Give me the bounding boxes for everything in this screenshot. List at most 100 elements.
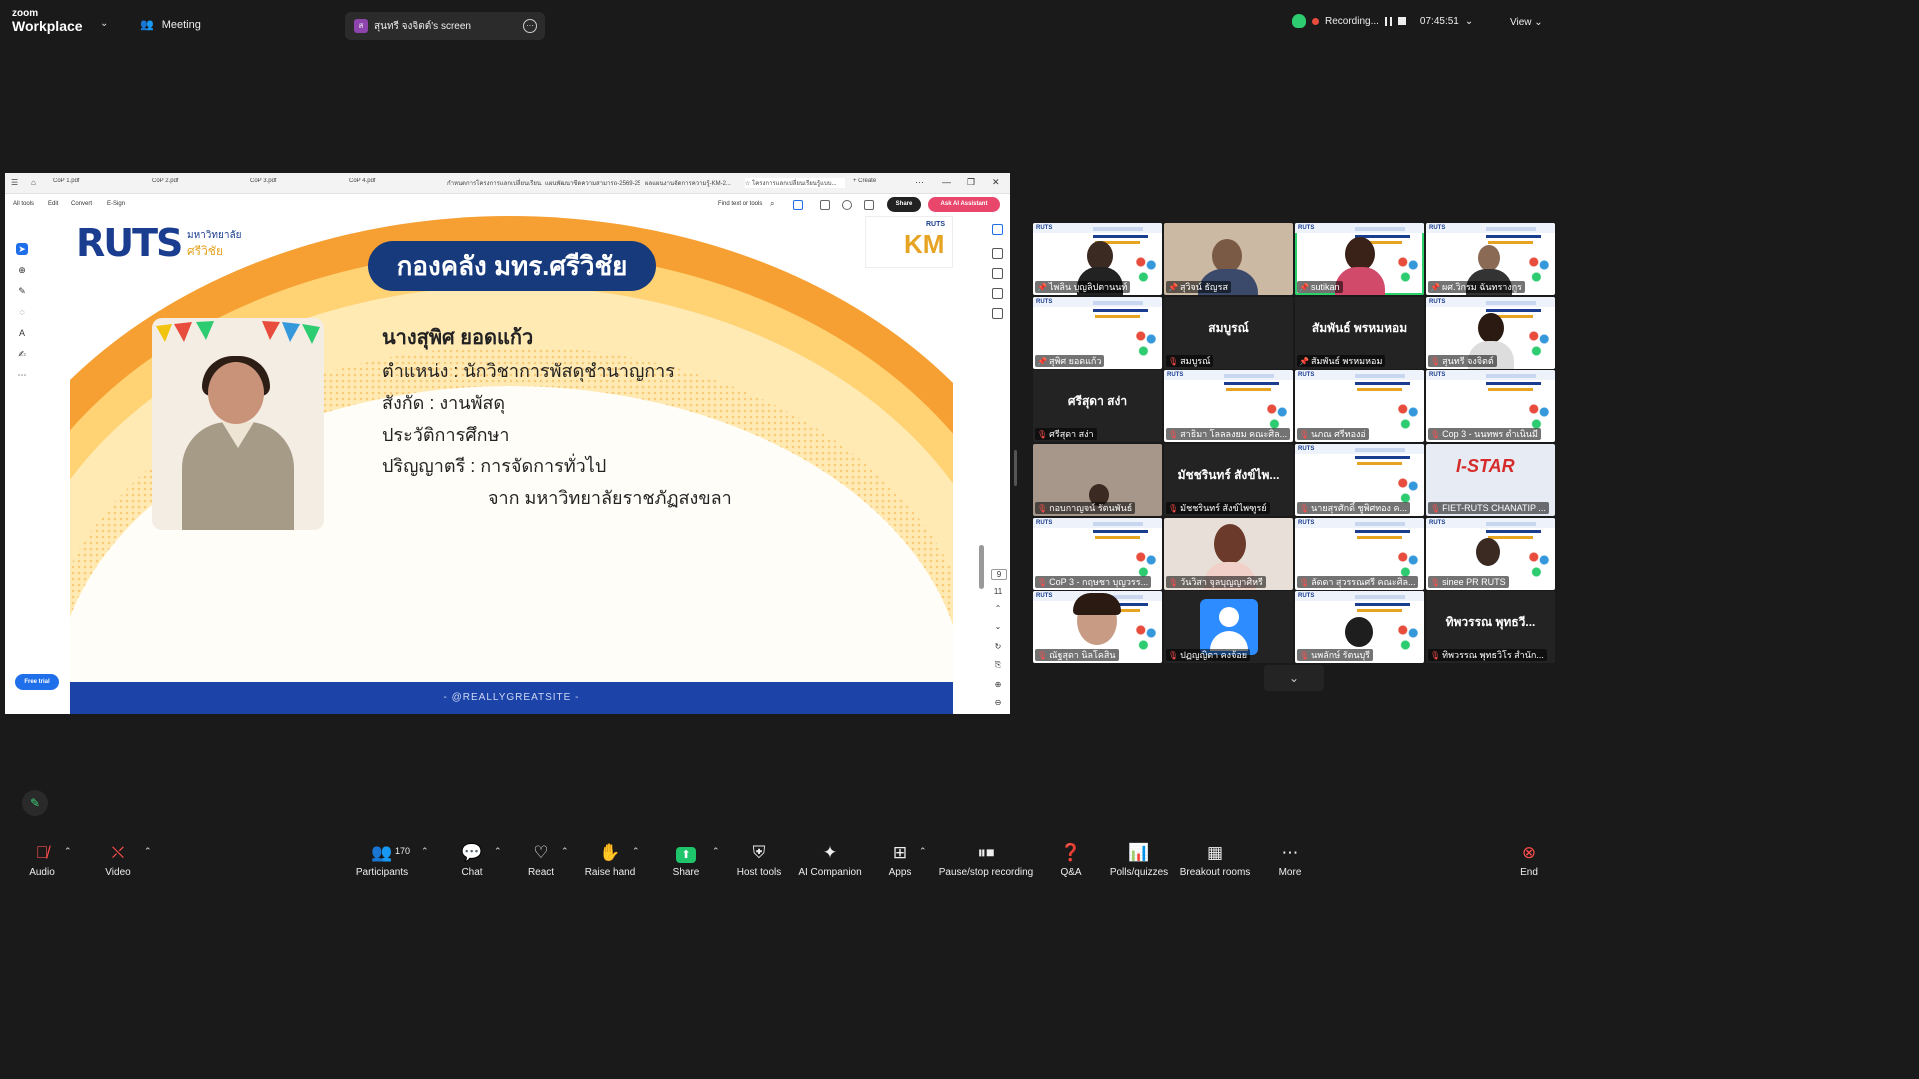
video-options-caret[interactable]: ⌃: [144, 846, 152, 857]
participant-tile[interactable]: 🎙 ปฏญญิตา คงจ้อย: [1164, 591, 1293, 663]
participant-tile[interactable]: RUTS 📌 ไพลิน บุญลิปตานนท์: [1033, 223, 1162, 295]
restore-icon[interactable]: ❐: [967, 177, 975, 188]
apps-options-caret[interactable]: ⌃: [919, 846, 927, 857]
pdf-tab[interactable]: แผนพัฒนาขีดความสามารถ-2569-257...: [545, 178, 640, 188]
participants-options-caret[interactable]: ⌃: [421, 846, 429, 857]
select-tool-icon[interactable]: ➤: [16, 243, 28, 255]
apps-button[interactable]: ⊞ Apps: [860, 842, 940, 878]
participant-tile[interactable]: 🎙 วันวิสา จุลบุญญาศิหรี: [1164, 518, 1293, 590]
lasso-tool-icon[interactable]: ◌: [16, 306, 28, 318]
participant-tile[interactable]: RUTS 🎙 ลัดดา สุวรรณศรี คณะศิล...: [1295, 518, 1424, 590]
participant-tile[interactable]: RUTS 🎙 CoP 3 - กฤษชา บุญวรร...: [1033, 518, 1162, 590]
react-button[interactable]: ♡ React: [501, 842, 581, 878]
pdf-tab[interactable]: CoP 1.pdf: [53, 178, 143, 184]
page-number[interactable]: 9: [991, 569, 1007, 580]
text-tool-icon[interactable]: A: [16, 327, 28, 339]
home-icon[interactable]: ⌂: [31, 178, 36, 187]
shared-screen-tab[interactable]: ส สุนทรี จงจิตต์'s screen ···: [345, 12, 545, 40]
pen-tool-icon[interactable]: ✎: [16, 285, 28, 297]
participant-tile[interactable]: RUTS 🎙 ณัฐสุดา นิลโคสิน: [1033, 591, 1162, 663]
more-options-icon[interactable]: ···: [523, 19, 537, 33]
share-button[interactable]: Share: [887, 197, 921, 212]
participant-name: 🎙 นายสุรศักดิ์ ชูพิศทอง ค...: [1297, 502, 1410, 514]
pdf-tab[interactable]: กำหนดการโครงการแลกเปลี่ยนเรียน...: [447, 178, 542, 188]
close-icon[interactable]: ✕: [992, 177, 1000, 188]
attachment-icon[interactable]: [992, 308, 1003, 319]
comment-icon[interactable]: [992, 224, 1003, 235]
participant-tile[interactable]: RUTS 🎙 สุนทรี จงจิตต์: [1426, 297, 1555, 369]
rotate-icon[interactable]: ↻: [991, 642, 1005, 651]
view-menu[interactable]: View ⌄: [1510, 17, 1543, 28]
create-tab-button[interactable]: + Create: [853, 178, 876, 184]
participant-tile[interactable]: I-STAR 🎙 FIET-RUTS CHANATIP ...: [1426, 444, 1555, 516]
pdf-tab-active[interactable]: ☆ โครงการแลกเปลี่ยนเรียนรู้แบบ...: [745, 178, 845, 188]
panel-resize-handle[interactable]: [1014, 450, 1017, 486]
participant-tile[interactable]: RUTS 🎙 นพลักษ์ รัตนบุรี: [1295, 591, 1424, 663]
participant-tile[interactable]: 📌 สุวิจน์ ธัญรส: [1164, 223, 1293, 295]
annotate-pen-icon[interactable]: ✎: [22, 790, 48, 816]
stamp-tool-icon[interactable]: ✍: [16, 348, 28, 360]
more-icon[interactable]: ···: [915, 177, 924, 187]
end-meeting-button[interactable]: ⊗ End: [1489, 842, 1569, 878]
ai-companion-button[interactable]: ✦ AI Companion: [790, 842, 870, 878]
participant-tile[interactable]: RUTS 🎙 sinee PR RUTS: [1426, 518, 1555, 590]
participant-tile[interactable]: RUTS 🎙 สาธิมา โลลลงยม คณะศิล...: [1164, 370, 1293, 442]
host-tools-button[interactable]: ⛨ Host tools: [719, 842, 799, 878]
pdf-tab[interactable]: CoP 3.pdf: [250, 178, 340, 184]
pause-icon[interactable]: [1384, 16, 1392, 26]
participant-tile[interactable]: มัชชรินทร์ สังข์ไพ... 🎙 มัชชรินทร์ สังข์ไ…: [1164, 444, 1293, 516]
search-doc-icon[interactable]: [992, 248, 1003, 259]
chevron-down-icon[interactable]: ⌄: [100, 18, 108, 29]
participant-tile[interactable]: ทิพวรรณ พุทธวี... 🎙 ทิพวรรณ พุทธวิโร สำนั…: [1426, 591, 1555, 663]
show-more-participants-button[interactable]: ⌄: [1264, 665, 1324, 691]
vertical-scrollbar[interactable]: [979, 545, 984, 589]
mic-muted-icon: 🎙: [1430, 578, 1441, 587]
participant-tile[interactable]: RUTS 🎙 Cop 3 - นนทพร ตำเนินมี: [1426, 370, 1555, 442]
raise-hand-options-caret[interactable]: ⌃: [632, 846, 640, 857]
participant-tile-active-speaker[interactable]: RUTS 📌 sutikan: [1295, 223, 1424, 295]
cloud-icon[interactable]: [842, 200, 852, 210]
pdf-tab[interactable]: ผลแผนงานจัดการความรู้-KM-2...: [645, 178, 740, 188]
zoom-out-icon[interactable]: ⊖: [991, 698, 1005, 707]
fit-page-icon[interactable]: ⎘: [991, 660, 1005, 670]
more-button[interactable]: ⋯ More: [1250, 842, 1330, 878]
ai-tool-icon[interactable]: [793, 200, 803, 210]
menu-icon[interactable]: ☰: [11, 178, 18, 187]
bookmark-icon[interactable]: [992, 268, 1003, 279]
participant-tile[interactable]: RUTS 🎙 นภณ ศรีทองอ่: [1295, 370, 1424, 442]
search-icon[interactable]: ⌕: [770, 199, 774, 209]
chevron-down-icon[interactable]: ⌄: [1465, 16, 1473, 27]
minimize-icon[interactable]: —: [942, 177, 951, 187]
pages-icon[interactable]: [992, 288, 1003, 299]
save-icon[interactable]: [820, 200, 830, 210]
zoom-tool-icon[interactable]: ⊕: [16, 264, 28, 276]
stop-icon[interactable]: [1397, 17, 1406, 25]
audio-options-caret[interactable]: ⌃: [64, 846, 72, 857]
polls-button[interactable]: 📊 Polls/quizzes: [1099, 842, 1179, 878]
participant-tile[interactable]: สมบูรณ์ 🎙 สมบูรณ์: [1164, 297, 1293, 369]
next-page-icon[interactable]: ⌄: [991, 622, 1005, 631]
prev-page-icon[interactable]: ⌃: [991, 604, 1005, 613]
pause-recording-button[interactable]: ⏸⏹ Pause/stop recording: [936, 842, 1036, 878]
pdf-tab[interactable]: CoP 4.pdf: [349, 178, 439, 184]
participant-tile[interactable]: RUTS 📌 สุพิศ ยอดแก้ว: [1033, 297, 1162, 369]
react-options-caret[interactable]: ⌃: [561, 846, 569, 857]
ai-assistant-button[interactable]: Ask AI Assistant: [928, 197, 1000, 212]
menu-edit[interactable]: Edit: [48, 201, 58, 207]
breakout-rooms-button[interactable]: ▦ Breakout rooms: [1175, 842, 1255, 878]
pdf-tab[interactable]: CoP 2.pdf: [152, 178, 242, 184]
participant-tile[interactable]: สัมพันธ์ พรหมหอม 📌 สัมพันธ์ พรหมหอม: [1295, 297, 1424, 369]
menu-esign[interactable]: E-Sign: [107, 201, 125, 207]
find-text-field[interactable]: Find text or tools: [718, 201, 762, 207]
participant-tile[interactable]: RUTS 🎙 นายสุรศักดิ์ ชูพิศทอง ค...: [1295, 444, 1424, 516]
participant-tile[interactable]: ศรีสุดา สง่า 🎙 ศรีสุดา สง่า: [1033, 370, 1162, 442]
more-tools-icon[interactable]: ⋯: [16, 369, 28, 381]
print-icon[interactable]: [864, 200, 874, 210]
free-trial-button[interactable]: Free trial: [15, 674, 59, 690]
menu-convert[interactable]: Convert: [71, 201, 92, 207]
menu-all-tools[interactable]: All tools: [13, 201, 34, 207]
participant-tile[interactable]: 🎙 กอบกาญจน์ รัตนพันธ์: [1033, 444, 1162, 516]
participant-tile[interactable]: RUTS 📌 ผศ.วิกรม ฉันทรางกูร: [1426, 223, 1555, 295]
meeting-menu[interactable]: 👥 Meeting: [140, 18, 201, 32]
zoom-in-icon[interactable]: ⊕: [991, 680, 1005, 689]
